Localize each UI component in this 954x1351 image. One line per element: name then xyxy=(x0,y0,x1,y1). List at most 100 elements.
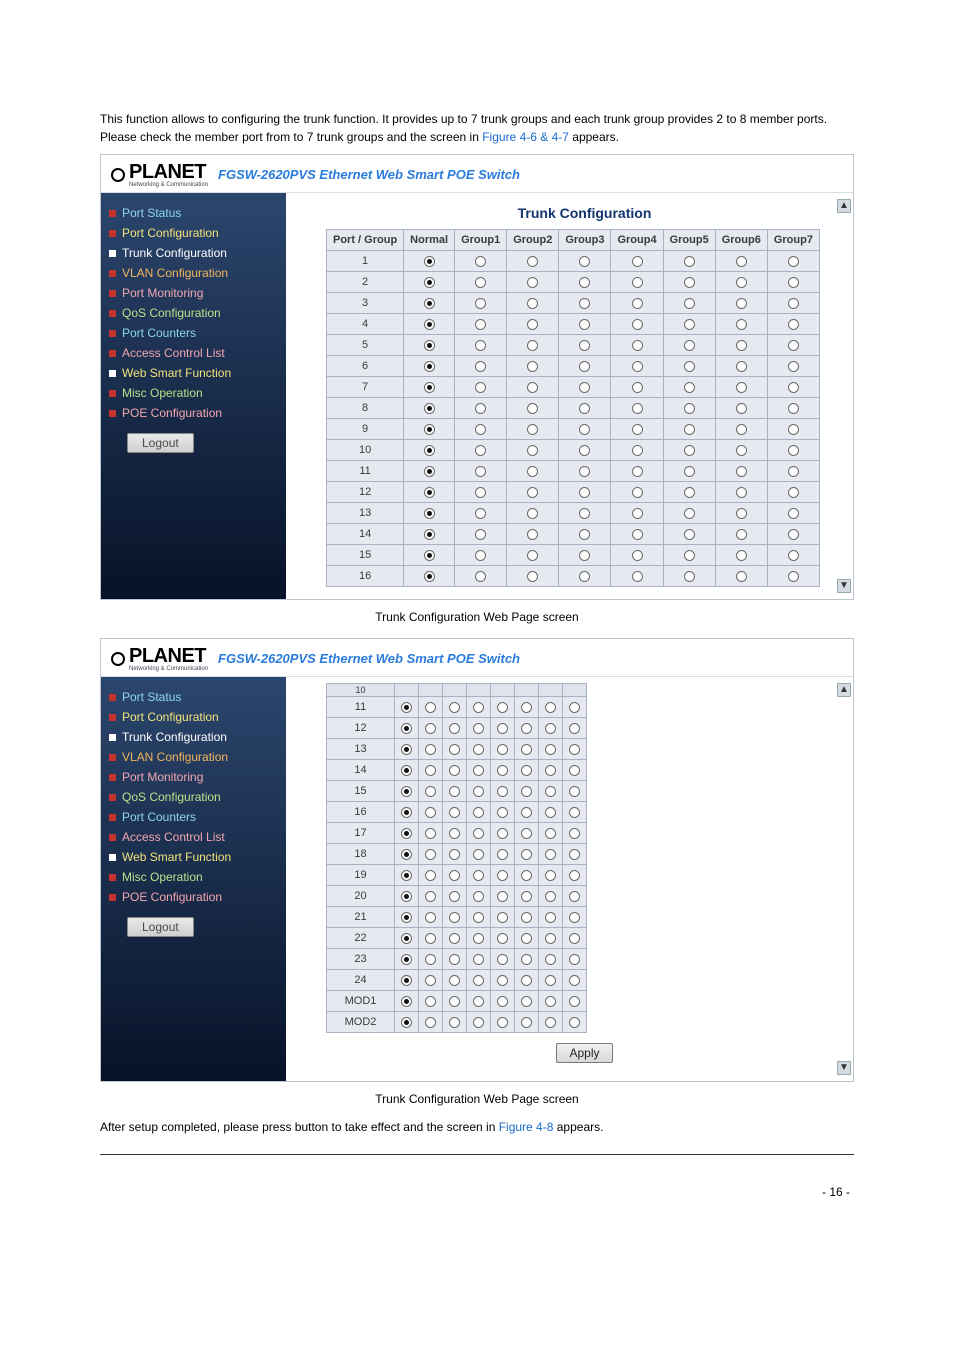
radio-cell[interactable] xyxy=(515,823,539,844)
radio-cell[interactable] xyxy=(767,419,819,440)
radio-icon[interactable] xyxy=(545,954,556,965)
radio-cell[interactable] xyxy=(419,970,443,991)
radio-cell[interactable] xyxy=(467,1012,491,1033)
radio-icon[interactable] xyxy=(736,277,747,288)
radio-cell[interactable] xyxy=(467,739,491,760)
radio-cell[interactable] xyxy=(507,440,559,461)
radio-cell[interactable] xyxy=(455,251,507,272)
radio-icon[interactable] xyxy=(569,996,580,1007)
radio-cell[interactable] xyxy=(395,802,419,823)
radio-icon[interactable] xyxy=(527,298,538,309)
radio-icon[interactable] xyxy=(401,828,412,839)
radio-cell[interactable] xyxy=(491,991,515,1012)
radio-cell[interactable] xyxy=(663,272,715,293)
radio-cell[interactable] xyxy=(404,272,455,293)
sidebar-item[interactable]: Web Smart Function xyxy=(107,363,280,383)
radio-icon[interactable] xyxy=(788,277,799,288)
radio-icon[interactable] xyxy=(527,424,538,435)
radio-icon[interactable] xyxy=(497,891,508,902)
radio-icon[interactable] xyxy=(475,550,486,561)
radio-cell[interactable] xyxy=(559,566,611,587)
radio-cell[interactable] xyxy=(491,949,515,970)
radio-cell[interactable] xyxy=(443,991,467,1012)
radio-icon[interactable] xyxy=(579,256,590,267)
radio-icon[interactable] xyxy=(632,256,643,267)
radio-icon[interactable] xyxy=(684,298,695,309)
radio-cell[interactable] xyxy=(539,739,563,760)
radio-icon[interactable] xyxy=(736,403,747,414)
radio-icon[interactable] xyxy=(632,403,643,414)
radio-icon[interactable] xyxy=(475,340,486,351)
radio-icon[interactable] xyxy=(545,744,556,755)
radio-icon[interactable] xyxy=(425,870,436,881)
radio-icon[interactable] xyxy=(424,487,435,498)
radio-cell[interactable] xyxy=(491,907,515,928)
radio-cell[interactable] xyxy=(611,524,663,545)
radio-cell[interactable] xyxy=(515,844,539,865)
radio-icon[interactable] xyxy=(449,933,460,944)
radio-cell[interactable] xyxy=(419,928,443,949)
radio-cell[interactable] xyxy=(455,335,507,356)
radio-icon[interactable] xyxy=(545,933,556,944)
radio-cell[interactable] xyxy=(404,251,455,272)
radio-cell[interactable] xyxy=(455,314,507,335)
radio-icon[interactable] xyxy=(569,933,580,944)
radio-icon[interactable] xyxy=(684,319,695,330)
radio-cell[interactable] xyxy=(715,335,767,356)
radio-icon[interactable] xyxy=(684,340,695,351)
radio-cell[interactable] xyxy=(467,949,491,970)
radio-cell[interactable] xyxy=(395,928,419,949)
radio-icon[interactable] xyxy=(684,277,695,288)
radio-cell[interactable] xyxy=(559,524,611,545)
radio-cell[interactable] xyxy=(404,482,455,503)
radio-cell[interactable] xyxy=(663,461,715,482)
radio-icon[interactable] xyxy=(521,765,532,776)
radio-cell[interactable] xyxy=(563,886,587,907)
radio-icon[interactable] xyxy=(425,954,436,965)
radio-cell[interactable] xyxy=(491,739,515,760)
radio-icon[interactable] xyxy=(424,529,435,540)
radio-cell[interactable] xyxy=(563,781,587,802)
radio-cell[interactable] xyxy=(663,545,715,566)
sidebar-item[interactable]: Port Monitoring xyxy=(107,767,280,787)
sidebar-item[interactable]: Port Status xyxy=(107,203,280,223)
radio-cell[interactable] xyxy=(443,1012,467,1033)
radio-cell[interactable] xyxy=(419,907,443,928)
radio-icon[interactable] xyxy=(579,466,590,477)
radio-cell[interactable] xyxy=(455,293,507,314)
radio-icon[interactable] xyxy=(521,870,532,881)
radio-icon[interactable] xyxy=(475,382,486,393)
radio-cell[interactable] xyxy=(559,545,611,566)
radio-icon[interactable] xyxy=(425,807,436,818)
radio-icon[interactable] xyxy=(788,424,799,435)
radio-cell[interactable] xyxy=(467,991,491,1012)
radio-cell[interactable] xyxy=(767,314,819,335)
radio-cell[interactable] xyxy=(515,697,539,718)
radio-icon[interactable] xyxy=(424,361,435,372)
radio-cell[interactable] xyxy=(663,566,715,587)
radio-cell[interactable] xyxy=(611,566,663,587)
radio-cell[interactable] xyxy=(395,886,419,907)
radio-cell[interactable] xyxy=(715,314,767,335)
radio-cell[interactable] xyxy=(715,545,767,566)
radio-icon[interactable] xyxy=(401,807,412,818)
radio-cell[interactable] xyxy=(419,1012,443,1033)
sidebar-item[interactable]: VLAN Configuration xyxy=(107,263,280,283)
radio-cell[interactable] xyxy=(767,398,819,419)
sidebar-item[interactable]: Port Configuration xyxy=(107,223,280,243)
radio-icon[interactable] xyxy=(473,912,484,923)
radio-cell[interactable] xyxy=(419,991,443,1012)
radio-icon[interactable] xyxy=(424,403,435,414)
radio-cell[interactable] xyxy=(715,272,767,293)
radio-icon[interactable] xyxy=(579,382,590,393)
radio-cell[interactable] xyxy=(507,482,559,503)
radio-icon[interactable] xyxy=(449,807,460,818)
radio-icon[interactable] xyxy=(632,382,643,393)
radio-icon[interactable] xyxy=(521,891,532,902)
radio-icon[interactable] xyxy=(473,765,484,776)
radio-icon[interactable] xyxy=(569,828,580,839)
radio-cell[interactable] xyxy=(467,823,491,844)
radio-icon[interactable] xyxy=(579,277,590,288)
radio-cell[interactable] xyxy=(443,970,467,991)
radio-cell[interactable] xyxy=(395,844,419,865)
